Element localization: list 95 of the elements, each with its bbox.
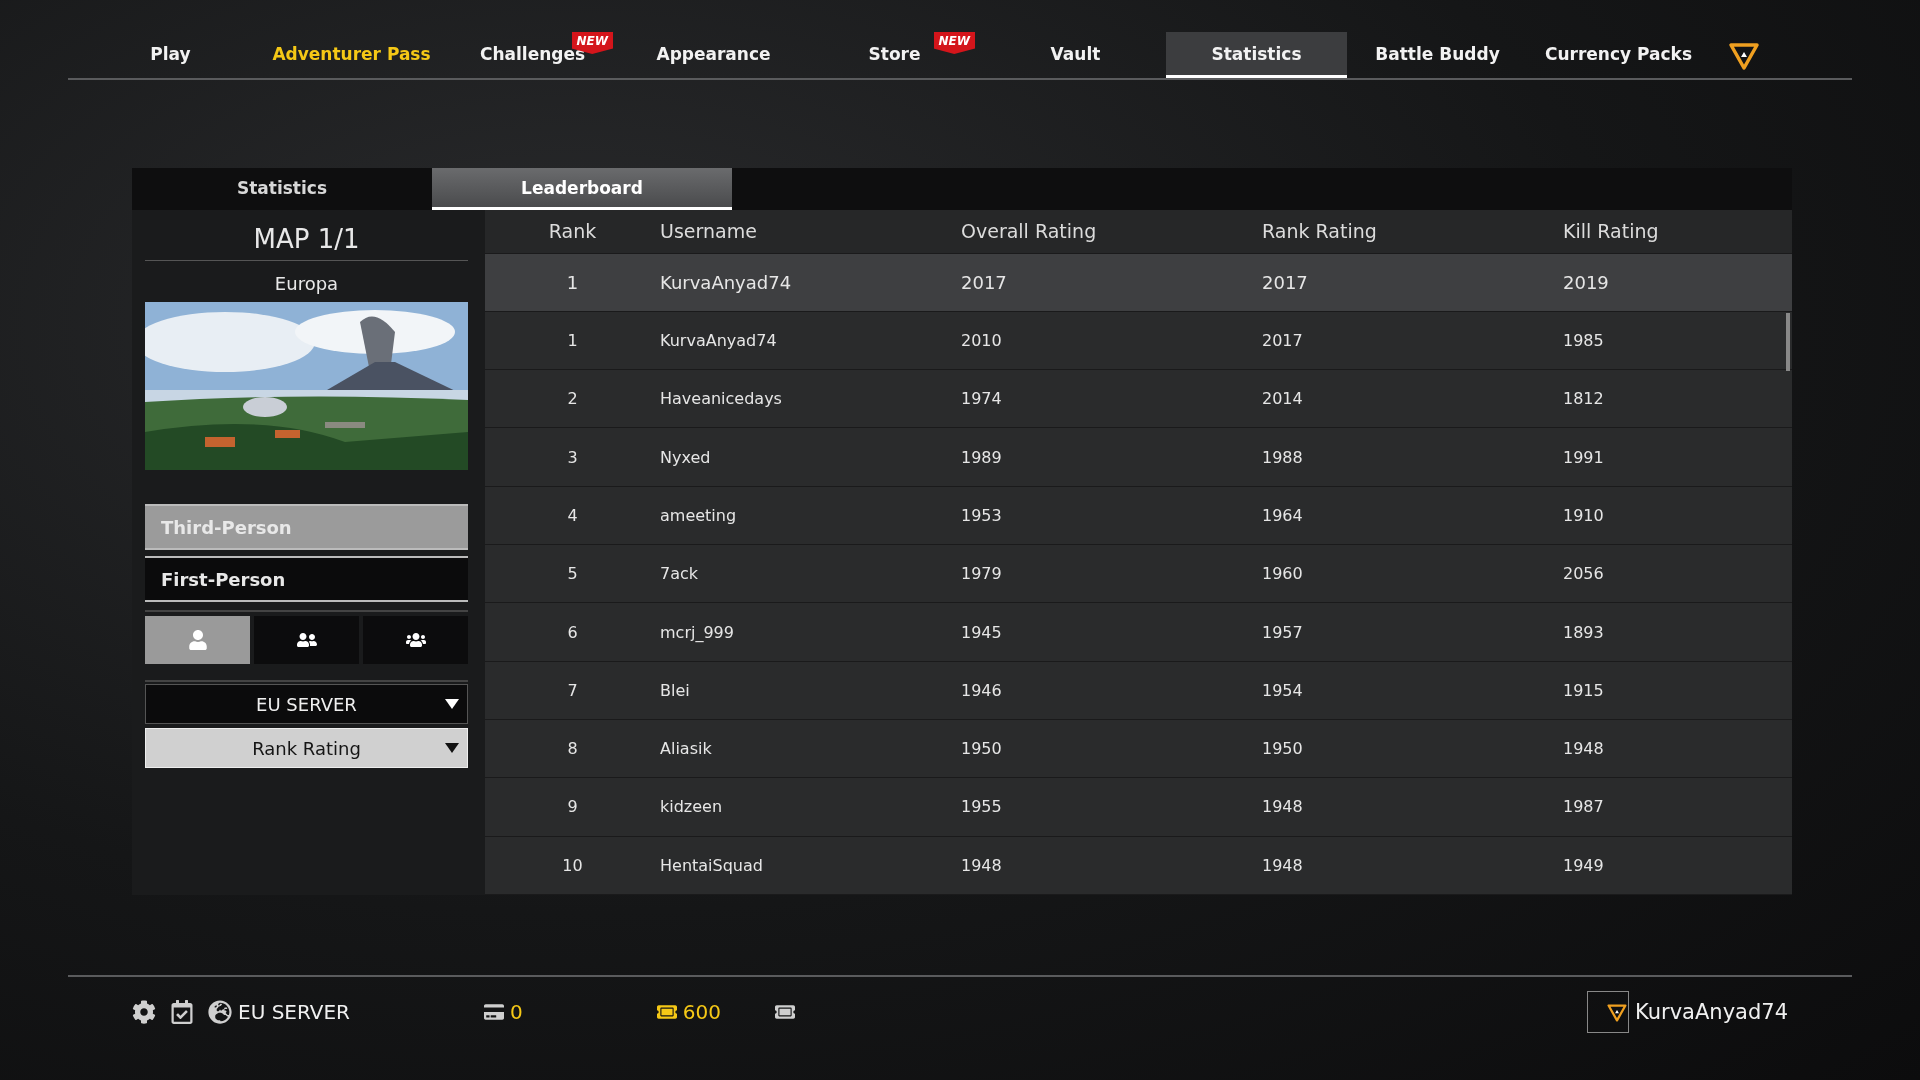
table-cell-text: 1950 [1262,739,1304,759]
column-header: Rank Rating [1262,220,1378,243]
dropdown[interactable]: EU SERVER [145,684,468,724]
table-cell-text: Nyxed [660,447,712,467]
table-cell-text: Blei [660,680,691,700]
table-cell-text: 2019 [1563,271,1610,293]
two-people-icon [296,630,317,650]
new-badge: NEW [933,32,975,54]
table-cell-text: KurvaAnyad74 [660,330,778,350]
person-icon [187,630,208,650]
calendar-icon[interactable] [170,1000,194,1024]
table-cell-text: Haveanicedays [660,389,783,409]
table-cell-text: 1953 [961,505,1003,525]
table-cell-text: 2017 [1262,330,1304,350]
currency-amount: 0 [510,1000,523,1024]
table-cell-text: 1948 [1262,855,1304,875]
sub-tab[interactable]: Statistics [132,168,432,210]
perspective-option[interactable]: First-Person [145,556,468,602]
table-cell-text: 2017 [1262,271,1309,293]
nav-tab[interactable]: Store NEW [804,32,985,78]
table-cell-text: 2014 [1262,389,1304,409]
table-cell-text: 1949 [1563,855,1605,875]
table-cell-text: 2 [566,389,579,409]
table-cell-text: 1957 [1262,622,1304,642]
table-cell-text: 1988 [1262,447,1304,467]
nav-tab[interactable]: Appearance [623,32,804,78]
table-cell-text: 2056 [1563,564,1605,584]
squad-size-button[interactable] [254,616,359,664]
table-cell-text: ameeting [660,505,738,525]
table-cell-text: 1991 [1563,447,1605,467]
table-cell-text: KurvaAnyad74 [660,271,793,293]
nav-tab[interactable]: Currency Packs [1528,32,1709,78]
table-cell-text: 1915 [1563,680,1605,700]
table-cell-text: 5 [566,564,579,584]
card-icon [484,1002,504,1022]
scrollbar[interactable] [1786,313,1790,371]
table-cell-text: 1948 [961,855,1003,875]
table-cell-text: 1946 [961,680,1003,700]
table-cell-text: 1955 [961,797,1003,817]
table-cell-text: 2010 [961,330,1003,350]
column-header: Username [660,220,758,243]
table-cell-text: 1 [566,330,579,350]
settings-icon[interactable] [132,1000,156,1024]
table-cell-text: 7ack [660,564,700,584]
squad-size-button[interactable] [363,616,468,664]
ticket-icon [656,1002,677,1022]
coupon-icon[interactable] [774,1002,795,1022]
table-cell-text: 1910 [1563,505,1605,525]
nav-tab[interactable]: Battle Buddy [1347,32,1528,78]
table-cell-text: HentaiSquad [660,855,764,875]
group-icon [405,630,426,650]
table-cell-text: Aliasik [660,739,713,759]
username: KurvaAnyad74 [1635,1000,1788,1024]
table-cell-text: 7 [566,680,579,700]
caret-icon [445,743,459,753]
table-cell-text: 1987 [1563,797,1605,817]
dropdown[interactable]: Rank Rating [145,728,468,768]
table-cell-text: 1974 [961,389,1003,409]
column-header: Kill Rating [1563,220,1660,243]
column-header: Overall Rating [961,220,1098,243]
caret-icon [445,699,459,709]
table-cell-text: 2017 [961,271,1008,293]
table-cell-text: 3 [566,447,579,467]
player-badge-icon[interactable] [1587,991,1629,1033]
globe-icon[interactable] [208,1000,232,1024]
table-cell-text: 10 [561,855,584,875]
map-counter: MAP 1/1 [145,210,468,261]
map-name: Europa [273,272,340,296]
table-cell-text: 1948 [1262,797,1304,817]
table-cell-text: 6 [566,622,579,642]
table-cell-text: 4 [566,505,579,525]
table-cell-text: 9 [566,797,579,817]
table-cell-text: 1 [565,271,580,293]
table-cell-text: 8 [566,739,579,759]
currency-amount: 600 [682,1000,721,1024]
table-cell-text: 1985 [1563,330,1605,350]
sub-tab[interactable]: Leaderboard [432,168,732,210]
nav-tab[interactable]: Vault [985,32,1166,78]
table-cell-text: 1945 [961,622,1003,642]
table-cell-text: 1979 [961,564,1003,584]
table-cell-text: 1954 [1262,680,1304,700]
table-cell-text: mcrj_999 [660,622,735,642]
table-cell-text: 1989 [961,447,1003,467]
column-header: Rank [547,220,598,243]
server-label: EU SERVER [238,1000,350,1024]
table-cell-text: 1893 [1563,622,1605,642]
table-cell-text: 1812 [1563,389,1605,409]
table-cell-text: 1950 [961,739,1003,759]
table-cell-text: 1964 [1262,505,1304,525]
nav-tab[interactable]: Statistics [1166,32,1347,78]
table-cell-text: 1948 [1563,739,1605,759]
table-cell-text: kidzeen [660,797,724,817]
table-cell-text: 1960 [1262,564,1304,584]
nav-tab[interactable]: Play [80,32,261,78]
nav-tab[interactable]: Adventurer Pass [261,32,442,78]
